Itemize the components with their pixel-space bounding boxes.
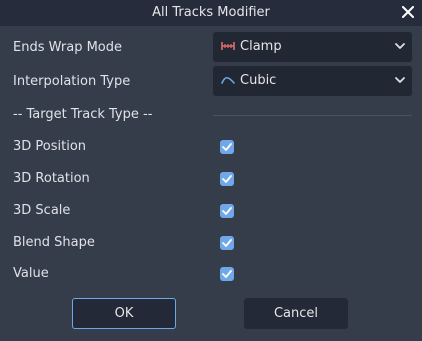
section-separator bbox=[213, 115, 412, 116]
close-icon bbox=[402, 6, 414, 18]
target-track-type-header: -- Target Track Type -- bbox=[13, 107, 153, 122]
chevron-down-icon bbox=[395, 43, 405, 49]
chevron-down-icon bbox=[395, 77, 405, 83]
ends-wrap-mode-value: Clamp bbox=[240, 39, 282, 54]
dialog-body: Ends Wrap Mode Clamp Interpolation Type … bbox=[0, 26, 422, 341]
dialog-title: All Tracks Modifier bbox=[152, 5, 270, 20]
ends-wrap-mode-label: Ends Wrap Mode bbox=[13, 40, 122, 55]
checkbox-3d-rotation[interactable] bbox=[220, 172, 234, 186]
checkbox-3d-scale[interactable] bbox=[220, 204, 234, 218]
track-type-label-value: Value bbox=[13, 266, 49, 281]
checkbox-blend-shape[interactable] bbox=[220, 236, 234, 250]
ok-button[interactable]: OK bbox=[72, 298, 176, 329]
interpolation-type-select[interactable]: Cubic bbox=[213, 66, 412, 96]
checkbox-3d-position[interactable] bbox=[220, 140, 234, 154]
ends-wrap-mode-select[interactable]: Clamp bbox=[213, 32, 412, 62]
checkmark-icon bbox=[222, 239, 232, 247]
interpolation-type-label: Interpolation Type bbox=[13, 74, 131, 89]
clamp-icon bbox=[221, 42, 235, 50]
track-type-label-3d-rotation: 3D Rotation bbox=[13, 171, 90, 186]
interpolation-type-value: Cubic bbox=[240, 73, 277, 88]
checkmark-icon bbox=[222, 270, 232, 278]
track-type-label-3d-scale: 3D Scale bbox=[13, 203, 71, 218]
cancel-button[interactable]: Cancel bbox=[244, 298, 348, 329]
close-button[interactable] bbox=[398, 2, 418, 22]
checkmark-icon bbox=[222, 143, 232, 151]
track-type-label-blend-shape: Blend Shape bbox=[13, 235, 95, 250]
cubic-curve-icon bbox=[221, 76, 235, 84]
track-type-label-3d-position: 3D Position bbox=[13, 139, 87, 154]
checkmark-icon bbox=[222, 175, 232, 183]
checkmark-icon bbox=[222, 207, 232, 215]
all-tracks-modifier-dialog: All Tracks Modifier Ends Wrap Mode Clamp… bbox=[0, 0, 422, 341]
checkbox-value[interactable] bbox=[220, 267, 234, 281]
title-bar: All Tracks Modifier bbox=[0, 0, 422, 26]
